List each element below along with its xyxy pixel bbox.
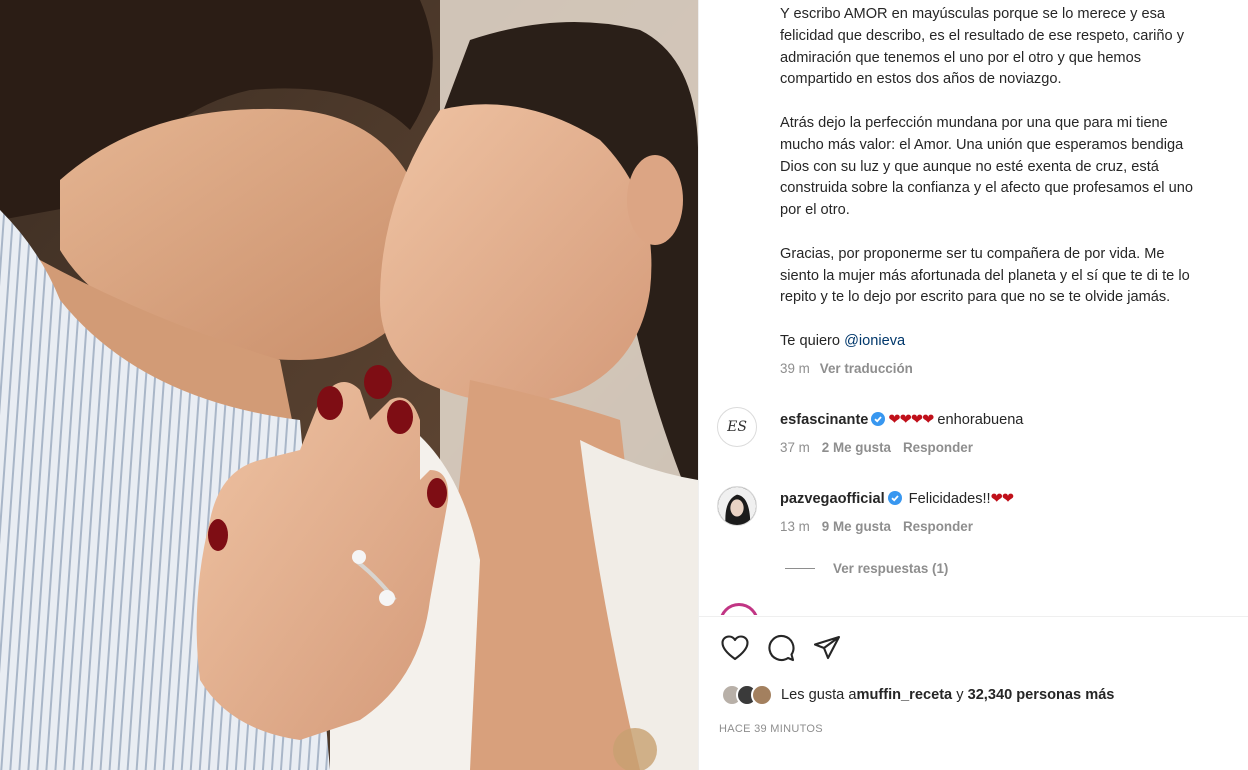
divider bbox=[699, 616, 1248, 617]
likes-prefix: Les gusta a bbox=[781, 687, 857, 703]
avatar[interactable]: ES bbox=[717, 407, 757, 447]
comment-body: enhorabuena bbox=[933, 412, 1024, 428]
comment-meta: 37 m 2 Me gusta Responder bbox=[780, 440, 973, 455]
likes-summary: Les gusta a muffin_receta y 32,340 perso… bbox=[721, 684, 1114, 706]
comment-username[interactable]: pazvegaofficial bbox=[780, 491, 885, 507]
verified-badge-icon bbox=[871, 412, 886, 426]
comment-text: pazvegaofficial Felicidades!!❤❤ bbox=[780, 490, 1014, 507]
comment-username[interactable]: esfascinante bbox=[780, 412, 868, 428]
caption-paragraph-4: Te quiero @ionieva bbox=[780, 332, 906, 349]
post-photo[interactable] bbox=[0, 0, 698, 770]
avatar-logo: ES bbox=[727, 419, 747, 435]
action-bar bbox=[719, 632, 843, 664]
view-replies-label: Ver respuestas (1) bbox=[833, 561, 949, 576]
share-icon[interactable] bbox=[811, 632, 843, 664]
liker-username[interactable]: muffin_receta bbox=[856, 687, 952, 703]
comment-body: Felicidades!! bbox=[904, 491, 991, 507]
heart-emoji: ❤❤❤❤ bbox=[888, 412, 934, 428]
comment-likes[interactable]: 9 Me gusta bbox=[822, 519, 891, 534]
photo-illustration bbox=[0, 0, 698, 770]
caption-paragraph-3: Gracias, por proponerme ser tu compañera… bbox=[780, 245, 1190, 306]
comment-time: 13 m bbox=[780, 519, 810, 534]
avatar[interactable] bbox=[717, 486, 757, 526]
comment-meta: 13 m 9 Me gusta Responder bbox=[780, 519, 973, 534]
post-caption: Y escribo AMOR en mayúsculas porque se l… bbox=[780, 4, 1248, 353]
reply-button[interactable]: Responder bbox=[903, 440, 973, 455]
heart-emoji: ❤❤ bbox=[990, 491, 1014, 507]
heart-icon[interactable] bbox=[719, 632, 751, 664]
likes-count[interactable]: 32,340 personas más bbox=[968, 687, 1115, 703]
translate-button[interactable]: Ver traducción bbox=[820, 361, 913, 376]
reply-button[interactable]: Responder bbox=[903, 519, 973, 534]
replies-line bbox=[785, 568, 815, 569]
verified-badge-icon bbox=[887, 491, 902, 505]
view-replies-button[interactable]: Ver respuestas (1) bbox=[785, 561, 948, 576]
post-timestamp: HACE 39 MINUTOS bbox=[719, 723, 823, 735]
caption-meta: 39 m Ver traducción bbox=[780, 361, 913, 376]
mention-link[interactable]: @ionieva bbox=[844, 333, 905, 349]
avatar-photo bbox=[718, 487, 756, 525]
liker-avatars[interactable] bbox=[721, 684, 773, 706]
post-details-panel: Y escribo AMOR en mayúsculas porque se l… bbox=[698, 0, 1248, 770]
comment-text: esfascinante ❤❤❤❤ enhorabuena bbox=[780, 411, 1023, 428]
likes-middle: y bbox=[952, 687, 968, 703]
comment-icon[interactable] bbox=[765, 632, 797, 664]
comment-likes[interactable]: 2 Me gusta bbox=[822, 440, 891, 455]
caption-paragraph-1: Y escribo AMOR en mayúsculas porque se l… bbox=[780, 6, 1185, 88]
caption-time: 39 m bbox=[780, 361, 810, 376]
comment-time: 37 m bbox=[780, 440, 810, 455]
caption-paragraph-2: Atrás dejo la perfección mundana por una… bbox=[780, 114, 1193, 219]
avatar bbox=[751, 684, 773, 706]
